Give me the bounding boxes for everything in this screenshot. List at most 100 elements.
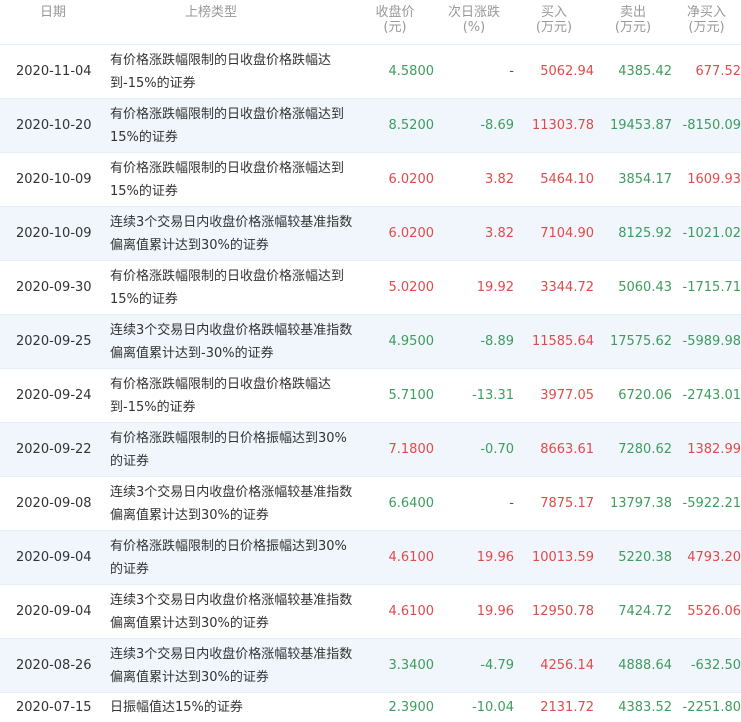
row-date: 2020-09-25: [16, 334, 92, 349]
row-net-buy: -632.50: [690, 658, 741, 673]
table-row[interactable]: 2020-09-08 连续3个交易日内收盘价格涨幅较基准指数偏离值累计达到30%的…: [0, 476, 741, 530]
row-next-day-change: -13.31: [472, 388, 514, 403]
row-buy: 3344.72: [540, 280, 594, 295]
header-close-price[interactable]: 收盘价 (元): [356, 0, 434, 44]
table-row[interactable]: 2020-08-26 连续3个交易日内收盘价格涨幅较基准指数偏离值累计达到30%的…: [0, 638, 741, 692]
table-row[interactable]: 2020-09-04 有价格涨跌幅限制的日价格振幅达到30%的证券 4.6100 19…: [0, 530, 741, 584]
table-row[interactable]: 2020-10-09 连续3个交易日内收盘价格涨幅较基准指数偏离值累计达到30%的…: [0, 206, 741, 260]
row-next-day-change: 3.82: [485, 172, 514, 187]
header-type[interactable]: 上榜类型: [106, 0, 356, 44]
table-row[interactable]: 2020-10-09 有价格涨跌幅限制的日收盘价格涨幅达到15%的证券 6.0200…: [0, 152, 741, 206]
row-sell: 4383.52: [618, 700, 672, 715]
table-row[interactable]: 2020-10-20 有价格涨跌幅限制的日收盘价格涨幅达到15%的证券 8.5200…: [0, 98, 741, 152]
row-close-price: 6.0200: [388, 172, 435, 187]
row-type: 有价格涨跌幅限制的日价格振幅达到30%的证券: [110, 538, 347, 577]
header-net-buy-label: 净买入 (万元): [686, 5, 726, 35]
row-net-buy: -1021.02: [682, 226, 741, 241]
row-type: 有价格涨跌幅限制的日收盘价格涨幅达到15%的证券: [110, 268, 345, 307]
row-close-price: 4.5800: [388, 64, 435, 79]
table-row[interactable]: 2020-09-04 连续3个交易日内收盘价格涨幅较基准指数偏离值累计达到30%的…: [0, 584, 741, 638]
row-buy: 8663.61: [540, 442, 594, 457]
row-close-price: 5.0200: [388, 280, 435, 295]
row-type: 连续3个交易日内收盘价格涨幅较基准指数偏离值累计达到30%的证券: [110, 592, 353, 631]
row-net-buy: 1609.93: [687, 172, 741, 187]
row-net-buy: 677.52: [695, 64, 741, 79]
row-next-day-change: -: [509, 64, 514, 79]
row-next-day-change: -: [509, 496, 514, 511]
row-sell: 4385.42: [618, 64, 672, 79]
header-net-buy[interactable]: 净买入 (万元): [672, 0, 741, 44]
header-sell-label: 卖出 (万元): [614, 5, 652, 35]
header-date[interactable]: 日期: [0, 0, 106, 44]
row-sell: 17575.62: [609, 334, 672, 349]
table-row[interactable]: 2020-09-24 有价格涨跌幅限制的日收盘价格跌幅达到-15%的证券 5.710…: [0, 368, 741, 422]
row-sell: 19453.87: [609, 118, 672, 133]
header-next-day-change[interactable]: 次日涨跌 (%): [434, 0, 514, 44]
row-date: 2020-10-20: [16, 118, 92, 133]
row-sell: 8125.92: [618, 226, 672, 241]
row-net-buy: -8150.09: [682, 118, 741, 133]
table-row[interactable]: 2020-09-30 有价格涨跌幅限制的日收盘价格涨幅达到15%的证券 5.0200…: [0, 260, 741, 314]
row-next-day-change: -10.04: [472, 700, 514, 715]
row-sell: 3854.17: [618, 172, 672, 187]
row-close-price: 4.6100: [388, 604, 435, 619]
header-sell[interactable]: 卖出 (万元): [594, 0, 672, 44]
billboard-table: 日期 上榜类型 收盘价 (元) 次日涨跌 (%) 买入 (万元) 卖出 (万元)…: [0, 0, 741, 722]
row-buy: 7875.17: [540, 496, 594, 511]
row-close-price: 8.5200: [388, 118, 435, 133]
row-buy: 11303.78: [531, 118, 594, 133]
header-close-price-label: 收盘价 (元): [375, 5, 415, 35]
row-type: 连续3个交易日内收盘价格跌幅较基准指数偏离值累计达到-30%的证券: [110, 322, 353, 361]
row-buy: 2131.72: [540, 700, 594, 715]
row-next-day-change: -8.89: [480, 334, 514, 349]
row-sell: 6720.06: [618, 388, 672, 403]
row-buy: 10013.59: [531, 550, 594, 565]
header-buy[interactable]: 买入 (万元): [514, 0, 594, 44]
row-type: 连续3个交易日内收盘价格涨幅较基准指数偏离值累计达到30%的证券: [110, 646, 353, 685]
row-close-price: 7.1800: [388, 442, 435, 457]
row-date: 2020-07-15: [16, 700, 92, 715]
table-row[interactable]: 2020-07-15 日振幅值达15%的证券 2.3900 -10.04 2131.72…: [0, 692, 741, 722]
row-type: 有价格涨跌幅限制的日收盘价格跌幅达到-15%的证券: [110, 52, 332, 91]
header-next-day-change-label: 次日涨跌 (%): [447, 5, 500, 35]
row-net-buy: -1715.71: [682, 280, 741, 295]
table-row[interactable]: 2020-09-25 连续3个交易日内收盘价格跌幅较基准指数偏离值累计达到-30%…: [0, 314, 741, 368]
row-close-price: 4.6100: [388, 550, 435, 565]
row-net-buy: 4793.20: [687, 550, 741, 565]
row-next-day-change: 19.96: [476, 604, 514, 619]
row-net-buy: 1382.99: [687, 442, 741, 457]
row-close-price: 4.9500: [388, 334, 435, 349]
table-row[interactable]: 2020-09-22 有价格涨跌幅限制的日价格振幅达到30%的证券 7.1800 -0…: [0, 422, 741, 476]
table-row[interactable]: 2020-11-04 有价格涨跌幅限制的日收盘价格跌幅达到-15%的证券 4.580…: [0, 44, 741, 98]
row-sell: 13797.38: [609, 496, 672, 511]
row-type: 连续3个交易日内收盘价格涨幅较基准指数偏离值累计达到30%的证券: [110, 484, 353, 523]
row-net-buy: -2251.80: [682, 700, 741, 715]
row-sell: 7424.72: [618, 604, 672, 619]
row-buy: 11585.64: [531, 334, 594, 349]
row-close-price: 5.7100: [388, 388, 435, 403]
row-type: 有价格涨跌幅限制的日收盘价格涨幅达到15%的证券: [110, 160, 345, 199]
row-date: 2020-09-22: [16, 442, 92, 457]
table-body: 2020-11-04 有价格涨跌幅限制的日收盘价格跌幅达到-15%的证券 4.580…: [0, 44, 741, 722]
row-next-day-change: -4.79: [480, 658, 514, 673]
row-date: 2020-09-08: [16, 496, 92, 511]
row-buy: 12950.78: [531, 604, 594, 619]
row-net-buy: -5922.21: [682, 496, 741, 511]
header-buy-label: 买入 (万元): [535, 5, 573, 35]
row-close-price: 2.3900: [388, 700, 435, 715]
row-next-day-change: 19.92: [476, 280, 514, 295]
row-next-day-change: 3.82: [485, 226, 514, 241]
row-buy: 7104.90: [540, 226, 594, 241]
row-date: 2020-09-04: [16, 550, 92, 565]
row-net-buy: 5526.06: [687, 604, 741, 619]
row-sell: 5060.43: [618, 280, 672, 295]
row-date: 2020-09-30: [16, 280, 92, 295]
row-type: 有价格涨跌幅限制的日收盘价格跌幅达到-15%的证券: [110, 376, 332, 415]
row-type: 连续3个交易日内收盘价格涨幅较基准指数偏离值累计达到30%的证券: [110, 214, 353, 253]
row-date: 2020-09-24: [16, 388, 92, 403]
row-sell: 5220.38: [618, 550, 672, 565]
row-close-price: 6.0200: [388, 226, 435, 241]
row-type: 有价格涨跌幅限制的日价格振幅达到30%的证券: [110, 430, 347, 469]
row-sell: 7280.62: [618, 442, 672, 457]
row-net-buy: -2743.01: [682, 388, 741, 403]
